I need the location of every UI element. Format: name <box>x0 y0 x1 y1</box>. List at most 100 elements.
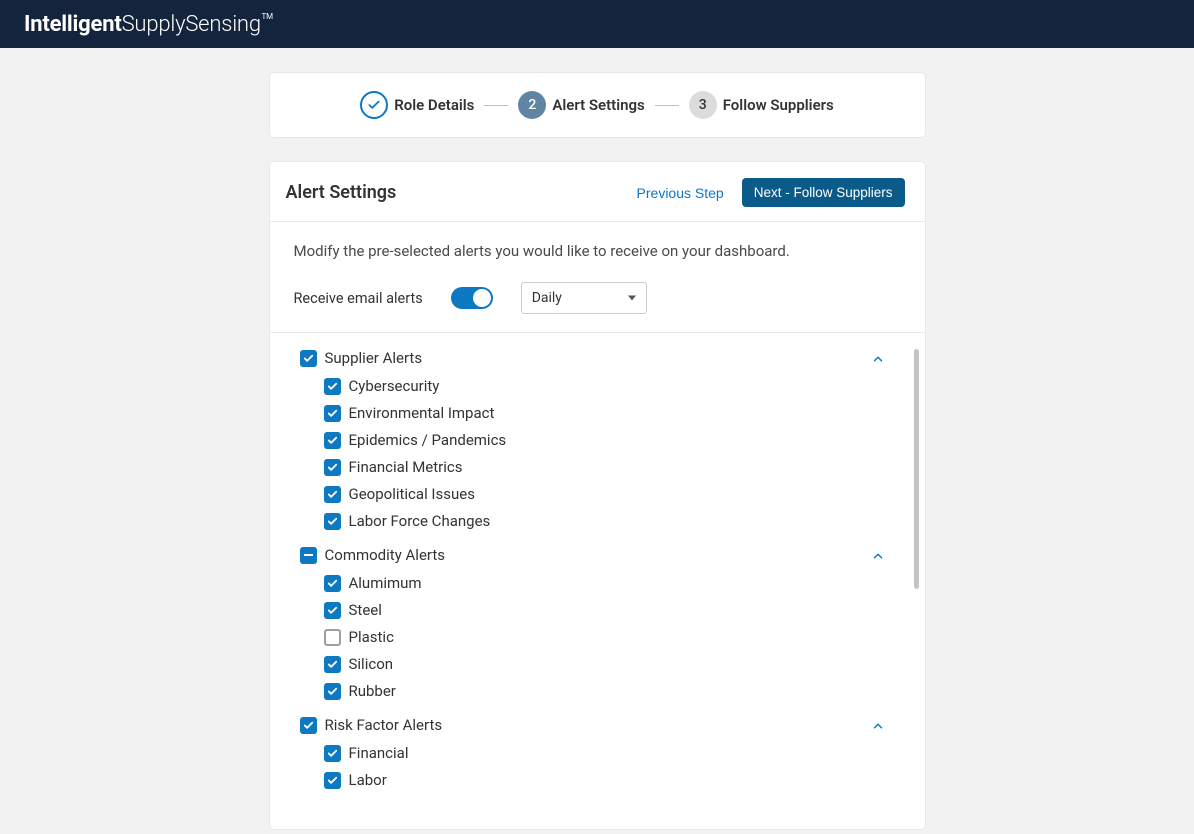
panel-title: Alert Settings <box>286 182 397 203</box>
chevron-up-icon[interactable] <box>871 351 885 370</box>
check-icon <box>327 462 338 473</box>
checkbox-checked[interactable] <box>324 432 341 449</box>
checkbox-checked[interactable] <box>324 683 341 700</box>
check-icon <box>303 353 314 364</box>
alert-group-header[interactable]: Supplier Alerts <box>300 349 915 367</box>
app-header: IntelligentSupplySensingTM <box>0 0 1194 48</box>
check-icon <box>327 578 338 589</box>
alert-item[interactable]: Labor Force Changes <box>324 512 915 530</box>
alert-item[interactable]: Labor <box>324 771 915 789</box>
logo-bold: Intelligent <box>24 12 122 37</box>
alert-item-label: Silicon <box>349 655 394 673</box>
checkbox-checked[interactable] <box>300 350 317 367</box>
panel-description: Modify the pre-selected alerts you would… <box>294 242 901 260</box>
check-icon <box>327 605 338 616</box>
step-divider <box>484 105 508 106</box>
checkbox-checked[interactable] <box>324 575 341 592</box>
checkbox-checked[interactable] <box>324 405 341 422</box>
alert-item[interactable]: Silicon <box>324 655 915 673</box>
alert-group: Risk Factor Alerts Financial Labor <box>300 716 915 789</box>
checkbox-checked[interactable] <box>324 602 341 619</box>
minus-icon <box>304 554 313 556</box>
logo-light: SupplySensing <box>122 12 261 37</box>
email-alert-label: Receive email alerts <box>294 290 423 307</box>
alerts-section: Supplier Alerts Cybersecurity Environmenta… <box>270 332 925 829</box>
alert-item[interactable]: Geopolitical Issues <box>324 485 915 503</box>
step-follow-suppliers[interactable]: 3 Follow Suppliers <box>689 91 834 119</box>
step-divider <box>655 105 679 106</box>
alert-item-label: Labor <box>349 771 387 789</box>
alert-group-title: Commodity Alerts <box>325 546 446 564</box>
panel-header: Alert Settings Previous Step Next - Foll… <box>270 162 925 222</box>
alert-item-label: Rubber <box>349 682 396 700</box>
alert-item[interactable]: Cybersecurity <box>324 377 915 395</box>
checkbox-checked[interactable] <box>324 772 341 789</box>
alert-group-items: Alumimum Steel Plastic Silicon Rubber <box>300 574 915 700</box>
check-icon <box>303 720 314 731</box>
email-alert-toggle[interactable] <box>451 287 493 309</box>
checkbox-checked[interactable] <box>324 513 341 530</box>
alert-item-label: Environmental Impact <box>349 404 495 422</box>
chevron-up-icon[interactable] <box>871 548 885 567</box>
checkbox-checked[interactable] <box>324 745 341 762</box>
step-label: Alert Settings <box>552 96 644 114</box>
alert-item[interactable]: Plastic <box>324 628 915 646</box>
alert-settings-panel: Alert Settings Previous Step Next - Foll… <box>270 162 925 829</box>
alert-group: Supplier Alerts Cybersecurity Environmenta… <box>300 349 915 530</box>
next-step-button[interactable]: Next - Follow Suppliers <box>742 178 905 207</box>
alert-group-header[interactable]: Risk Factor Alerts <box>300 716 915 734</box>
panel-actions: Previous Step Next - Follow Suppliers <box>637 178 905 207</box>
alert-item[interactable]: Steel <box>324 601 915 619</box>
toggle-knob <box>473 289 491 307</box>
caret-down-icon <box>628 296 636 301</box>
alert-item-label: Labor Force Changes <box>349 512 491 530</box>
alert-item-label: Financial Metrics <box>349 458 463 476</box>
frequency-select[interactable]: Daily <box>521 282 647 314</box>
checkbox-checked[interactable] <box>324 486 341 503</box>
alert-item[interactable]: Financial <box>324 744 915 762</box>
stepper: Role Details 2 Alert Settings 3 Follow S… <box>270 73 925 137</box>
alert-item[interactable]: Rubber <box>324 682 915 700</box>
check-icon <box>327 659 338 670</box>
checkbox-checked[interactable] <box>324 656 341 673</box>
check-icon <box>327 435 338 446</box>
app-logo: IntelligentSupplySensingTM <box>24 12 261 37</box>
alert-group-header[interactable]: Commodity Alerts <box>300 546 915 564</box>
alert-group-items: Financial Labor <box>300 744 915 789</box>
alert-group-title: Risk Factor Alerts <box>325 716 443 734</box>
alert-item-label: Plastic <box>349 628 394 646</box>
alert-group: Commodity Alerts Alumimum Steel Plastic Sili… <box>300 546 915 700</box>
check-icon <box>327 516 338 527</box>
previous-step-button[interactable]: Previous Step <box>637 185 724 201</box>
step-number: 3 <box>689 91 717 119</box>
alert-item[interactable]: Financial Metrics <box>324 458 915 476</box>
alert-item-label: Cybersecurity <box>349 377 440 395</box>
check-icon <box>327 381 338 392</box>
check-icon <box>327 408 338 419</box>
alert-item[interactable]: Environmental Impact <box>324 404 915 422</box>
scrollbar-thumb[interactable] <box>914 349 919 589</box>
email-alert-row: Receive email alerts Daily <box>294 282 901 314</box>
alert-item[interactable]: Alumimum <box>324 574 915 592</box>
check-icon <box>327 748 338 759</box>
step-role-details[interactable]: Role Details <box>360 91 474 119</box>
checkbox-checked[interactable] <box>324 378 341 395</box>
step-alert-settings[interactable]: 2 Alert Settings <box>518 91 644 119</box>
alert-item-label: Steel <box>349 601 382 619</box>
checkbox-unchecked[interactable] <box>324 629 341 646</box>
check-icon <box>327 489 338 500</box>
step-number: 2 <box>518 91 546 119</box>
alert-item[interactable]: Epidemics / Pandemics <box>324 431 915 449</box>
checkbox-checked[interactable] <box>324 459 341 476</box>
step-label: Follow Suppliers <box>723 96 834 114</box>
checkbox-indeterminate[interactable] <box>300 547 317 564</box>
alert-group-items: Cybersecurity Environmental Impact Epidemi… <box>300 377 915 530</box>
alert-group-title: Supplier Alerts <box>325 349 423 367</box>
chevron-up-icon[interactable] <box>871 718 885 737</box>
step-label: Role Details <box>394 96 474 114</box>
check-icon <box>360 91 388 119</box>
check-icon <box>327 775 338 786</box>
logo-tm: TM <box>262 12 273 21</box>
checkbox-checked[interactable] <box>300 717 317 734</box>
panel-body: Modify the pre-selected alerts you would… <box>270 222 925 332</box>
